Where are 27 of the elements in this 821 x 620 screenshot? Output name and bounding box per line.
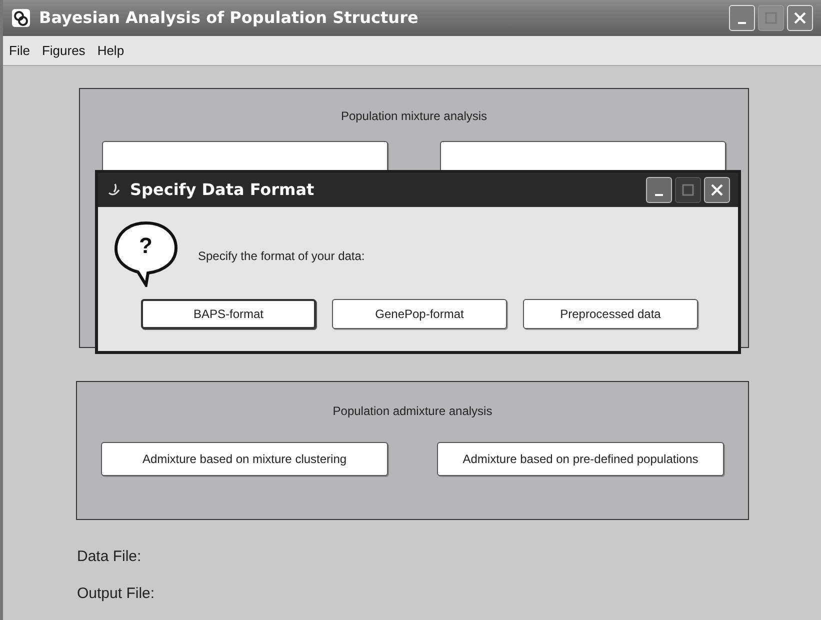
format-button[interactable]: Preprocessed data — [523, 299, 698, 329]
minimize-icon — [655, 194, 663, 196]
menu-item[interactable]: Help — [97, 40, 124, 60]
close-icon — [793, 11, 807, 25]
window-title: Bayesian Analysis of Population Structure — [39, 7, 418, 29]
panel-title: Population admixture analysis — [332, 403, 492, 420]
minimize-icon — [738, 22, 746, 24]
close-button[interactable] — [787, 5, 813, 31]
file-label: Output File: — [77, 584, 156, 604]
panel-title: Population mixture analysis — [340, 108, 488, 125]
file-label: Data File: — [77, 547, 142, 567]
maximize-icon — [682, 184, 694, 196]
close-icon — [710, 183, 724, 197]
question-mark: ? — [139, 235, 152, 257]
minimize-button[interactable] — [646, 177, 672, 203]
app-logo-icon — [11, 8, 31, 28]
admixture-button[interactable]: Admixture based on pre-defined populations — [437, 442, 724, 476]
menu-item[interactable]: Figures — [42, 40, 86, 60]
menu-item[interactable]: File — [9, 40, 30, 60]
admixture-button[interactable]: Admixture based on mixture clustering — [101, 442, 388, 476]
format-button[interactable]: GenePop-format — [332, 299, 507, 329]
dialog-title: Specify Data Format — [130, 179, 314, 201]
dialog-message: Specify the format of your data: — [198, 248, 365, 265]
minimize-button[interactable] — [729, 5, 755, 31]
speech-bubble-icon — [112, 219, 180, 287]
close-button[interactable] — [704, 177, 730, 203]
format-button[interactable]: BAPS-format — [141, 299, 316, 329]
